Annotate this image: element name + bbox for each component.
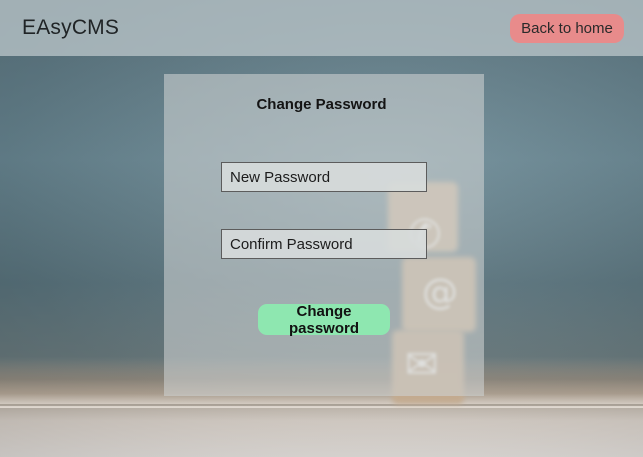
back-to-home-button[interactable]: Back to home — [510, 14, 624, 43]
top-bar: EAsyCMS Back to home — [0, 0, 643, 56]
confirm-password-input[interactable] — [221, 229, 427, 259]
new-password-input[interactable] — [221, 162, 427, 192]
page-title: Change Password — [256, 96, 387, 113]
background-table-edge — [0, 404, 643, 406]
change-password-button[interactable]: Change password — [258, 303, 390, 337]
brand-logo[interactable]: EAsyCMS — [22, 16, 119, 40]
page: ✆ @ ✉ EAsyCMS Back to home Change Passwo… — [0, 0, 643, 457]
